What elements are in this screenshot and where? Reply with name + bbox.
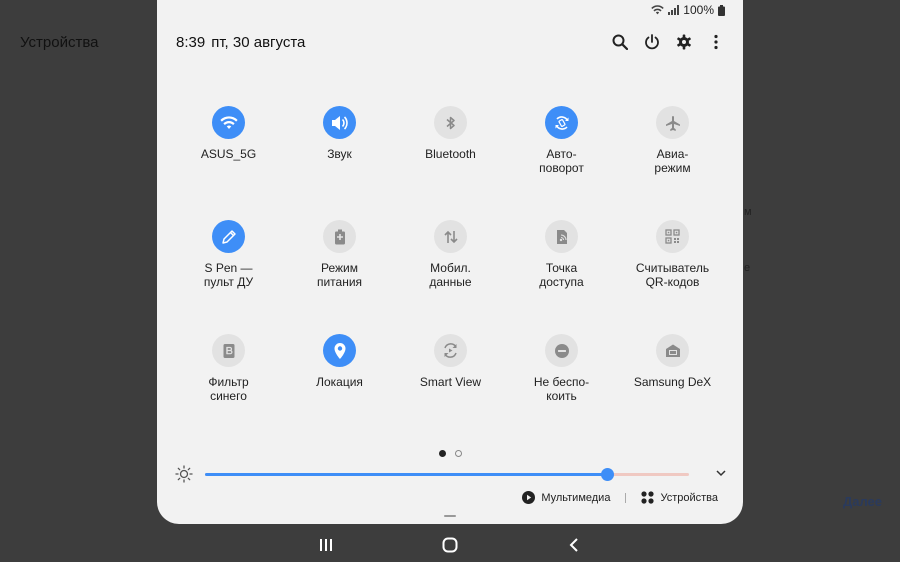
tile-sound[interactable]: Звук	[284, 106, 395, 220]
battery-percent: 100%	[683, 3, 714, 17]
tile-label: Авто- поворот	[539, 147, 584, 175]
tile-blue-filter[interactable]: Фильтр синего	[173, 334, 284, 448]
quick-settings-panel: 100% 8:39 пт, 30 августа ASUS_5G Звук Bl…	[157, 0, 743, 524]
wifi-icon[interactable]	[212, 106, 245, 139]
tile-label: Режим питания	[316, 261, 363, 289]
background-text-fragment: е	[744, 262, 751, 274]
brightness-slider[interactable]	[205, 468, 689, 481]
page-dot-active[interactable]	[439, 450, 446, 457]
time: 8:39	[176, 33, 206, 51]
tile-hotspot[interactable]: Точка доступа	[506, 220, 617, 334]
page-dot[interactable]	[455, 450, 462, 457]
brightness-slider-fill	[205, 473, 607, 476]
brightness-slider-thumb[interactable]	[600, 468, 614, 481]
tile-spen[interactable]: S Pen — пульт ДУ	[173, 220, 284, 334]
page-indicator	[439, 450, 462, 457]
location-icon[interactable]	[323, 334, 356, 367]
panel-bottom-actions: Мультимедиа Устройства	[522, 491, 718, 504]
tile-wifi[interactable]: ASUS_5G	[173, 106, 284, 220]
dex-icon[interactable]	[656, 334, 689, 367]
autorotate-icon[interactable]	[545, 106, 578, 139]
tile-label: Bluetooth	[425, 147, 476, 161]
clock[interactable]: 8:39 пт, 30 августа	[176, 34, 305, 51]
media-button[interactable]: Мультимедиа	[522, 491, 610, 504]
tile-bluetooth[interactable]: Bluetooth	[395, 106, 506, 220]
devices-label: Устройства	[660, 491, 718, 504]
tile-qr-scanner[interactable]: Считыватель QR-кодов	[617, 220, 728, 334]
status-bar: 100%	[651, 3, 725, 17]
wifi-icon	[651, 5, 665, 15]
tile-label: Точка доступа	[539, 261, 584, 289]
sound-icon[interactable]	[323, 106, 356, 139]
tile-label: Мобил. данные	[429, 261, 472, 289]
blue-filter-icon[interactable]	[212, 334, 245, 367]
tile-label: Локация	[316, 375, 363, 389]
tile-mobile-data[interactable]: Мобил. данные	[395, 220, 506, 334]
media-label: Мультимедиа	[541, 491, 611, 504]
tile-smart-view[interactable]: Smart View	[395, 334, 506, 448]
home-icon[interactable]	[439, 535, 461, 555]
tile-label: Samsung DeX	[633, 375, 712, 389]
qr-icon[interactable]	[656, 220, 689, 253]
tile-label: Авиа- режим	[654, 147, 691, 175]
tile-autorotate[interactable]: Авто- поворот	[506, 106, 617, 220]
devices-button[interactable]: Устройства	[641, 491, 718, 504]
dnd-icon[interactable]	[545, 334, 578, 367]
smart-view-icon[interactable]	[434, 334, 467, 367]
power-mode-icon[interactable]	[323, 220, 356, 253]
tile-label: Не беспо- коить	[533, 375, 590, 403]
chevron-down-icon[interactable]	[715, 466, 727, 484]
brightness-icon	[175, 465, 193, 488]
brightness-control	[175, 464, 727, 484]
tile-label: ASUS_5G	[200, 147, 257, 161]
panel-header: 8:39 пт, 30 августа	[176, 33, 725, 51]
tile-do-not-disturb[interactable]: Не беспо- коить	[506, 334, 617, 448]
background-title: Устройства	[20, 34, 99, 51]
signal-icon	[668, 5, 680, 15]
tile-samsung-dex[interactable]: Samsung DeX	[617, 334, 728, 448]
play-icon	[522, 491, 536, 504]
next-button[interactable]: Далее	[843, 494, 882, 509]
tile-power-mode[interactable]: Режим питания	[284, 220, 395, 334]
tile-label: Smart View	[419, 375, 482, 389]
back-icon[interactable]	[563, 535, 585, 555]
background-text-fragment: м	[744, 206, 752, 218]
airplane-icon[interactable]	[656, 106, 689, 139]
devices-icon	[641, 491, 655, 504]
settings-icon[interactable]	[675, 33, 693, 51]
divider	[625, 492, 627, 503]
tile-airplane[interactable]: Авиа- режим	[617, 106, 728, 220]
navigation-bar	[0, 528, 900, 562]
tile-label: Считыватель QR-кодов	[635, 261, 710, 289]
hotspot-icon[interactable]	[545, 220, 578, 253]
date: пт, 30 августа	[211, 33, 306, 51]
tile-label: Звук	[327, 147, 352, 161]
mobile-data-icon[interactable]	[434, 220, 467, 253]
tile-label: S Pen — пульт ДУ	[203, 261, 254, 289]
search-icon[interactable]	[611, 33, 629, 51]
quick-toggle-grid: ASUS_5G Звук Bluetooth Авто- поворот Ави…	[173, 106, 729, 448]
spen-icon[interactable]	[212, 220, 245, 253]
more-icon[interactable]	[707, 33, 725, 51]
tile-location[interactable]: Локация	[284, 334, 395, 448]
bluetooth-icon[interactable]	[434, 106, 467, 139]
power-icon[interactable]	[643, 33, 661, 51]
recent-apps-icon[interactable]	[315, 535, 337, 555]
tile-label: Фильтр синего	[208, 375, 249, 403]
battery-icon	[718, 4, 725, 16]
panel-drag-handle[interactable]	[444, 515, 456, 517]
